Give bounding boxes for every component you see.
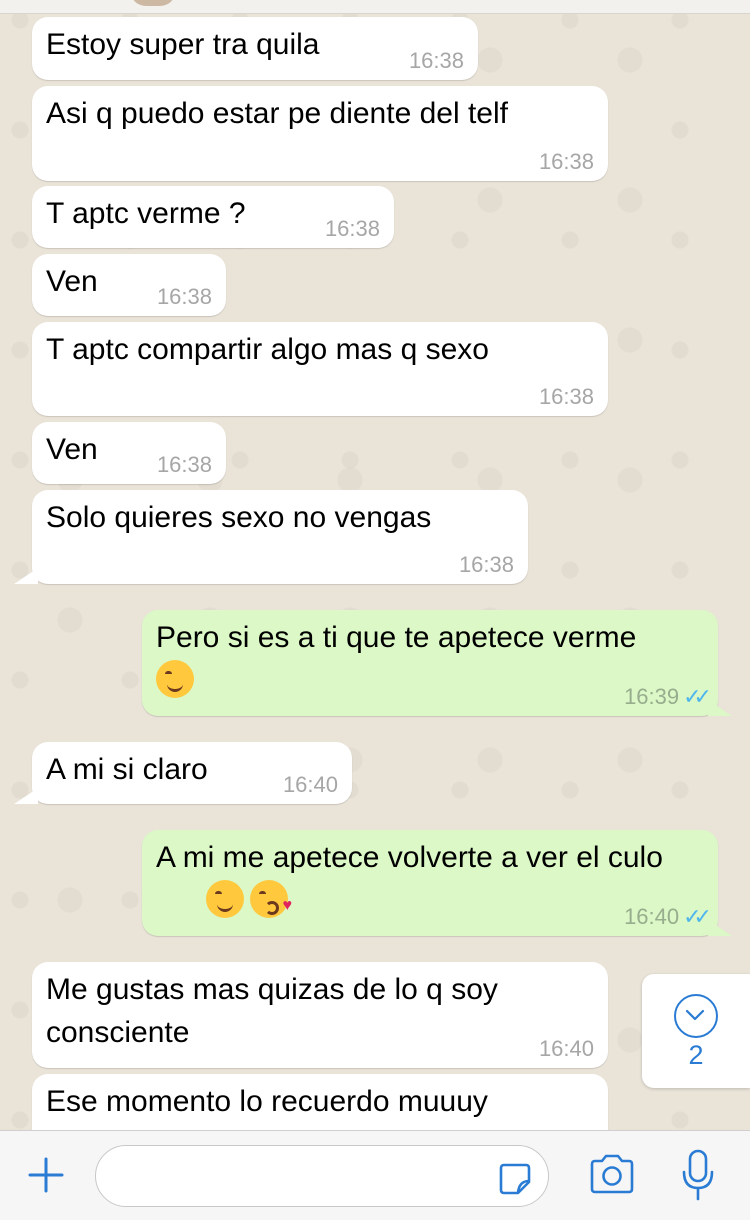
read-ticks-icon: ✓✓ xyxy=(683,684,712,709)
incoming-message[interactable]: Ven 16:38 xyxy=(32,422,226,484)
incoming-message[interactable]: Ven 16:38 xyxy=(32,254,226,316)
unread-count-badge: 2 xyxy=(688,1040,704,1070)
message-time: 16:38 xyxy=(324,216,380,241)
composer-bar xyxy=(0,1130,750,1220)
message-text: T aptc compartir algo mas q sexo xyxy=(46,333,489,366)
winking-face-emoji xyxy=(156,660,194,698)
incoming-message[interactable]: A mi si claro 16:40 xyxy=(32,742,352,804)
incoming-message[interactable]: Estoy super tra quila 16:38 xyxy=(32,17,478,80)
message-time: 16:38 xyxy=(156,284,212,309)
header-edge xyxy=(0,0,750,14)
message-time: 16:38 xyxy=(408,48,464,73)
message-text: Asi q puedo estar pe diente del telf xyxy=(46,97,508,130)
winking-face-emoji xyxy=(206,880,245,918)
camera-icon[interactable] xyxy=(588,1152,636,1196)
message-text: Estoy super tra quila xyxy=(46,28,320,61)
incoming-message[interactable]: T aptc verme ? 16:38 xyxy=(32,186,394,248)
message-text: A mi me apetece volverte a ver el culo ♥ xyxy=(156,836,704,922)
bubble-tail xyxy=(708,920,732,936)
incoming-message[interactable]: T aptc compartir algo mas q sexo 16:38 xyxy=(32,322,608,416)
message-time: 16:39 ✓✓ xyxy=(624,684,712,709)
chevron-down-icon xyxy=(674,994,718,1038)
message-time: 16:38 xyxy=(538,384,594,409)
incoming-message[interactable]: Me gustas mas quizas de lo q soy conscie… xyxy=(32,962,608,1068)
bubble-tail xyxy=(14,788,38,804)
scroll-to-bottom-button[interactable]: 2 xyxy=(642,974,750,1088)
sticker-icon[interactable] xyxy=(498,1162,532,1196)
plus-icon[interactable] xyxy=(26,1155,66,1195)
read-ticks-icon: ✓✓ xyxy=(683,904,712,929)
message-time: 16:38 xyxy=(458,552,514,577)
message-time: 16:38 xyxy=(156,452,212,477)
message-time: 16:40 ✓✓ xyxy=(624,904,712,929)
incoming-message[interactable]: Asi q puedo estar pe diente del telf 16:… xyxy=(32,86,608,181)
face-blowing-kiss-emoji: ♥ xyxy=(250,880,292,918)
bubble-tail xyxy=(708,700,732,716)
incoming-message[interactable]: Ese momento lo recuerdo muuuy xyxy=(32,1074,608,1130)
message-text: Ese momento lo recuerdo muuuy xyxy=(46,1085,488,1118)
microphone-icon[interactable] xyxy=(680,1148,716,1202)
message-time: 16:38 xyxy=(538,149,594,174)
message-text: Solo quieres sexo no vengas xyxy=(46,501,432,534)
incoming-message[interactable]: Solo quieres sexo no vengas 16:38 xyxy=(32,490,528,584)
message-time: 16:40 xyxy=(538,1036,594,1061)
message-input[interactable] xyxy=(95,1145,549,1207)
chat-area[interactable]: Estoy super tra quila 16:38 Asi q puedo … xyxy=(0,0,750,1130)
message-text: Pero si es a ti que te apetece verme xyxy=(156,616,704,702)
outgoing-message[interactable]: Pero si es a ti que te apetece verme 16:… xyxy=(142,610,718,716)
bubble-tail xyxy=(14,568,38,584)
message-text: Me gustas mas quizas de lo q soy conscie… xyxy=(46,973,507,1049)
message-time: 16:40 xyxy=(282,772,338,797)
outgoing-message[interactable]: A mi me apetece volverte a ver el culo ♥… xyxy=(142,830,718,936)
